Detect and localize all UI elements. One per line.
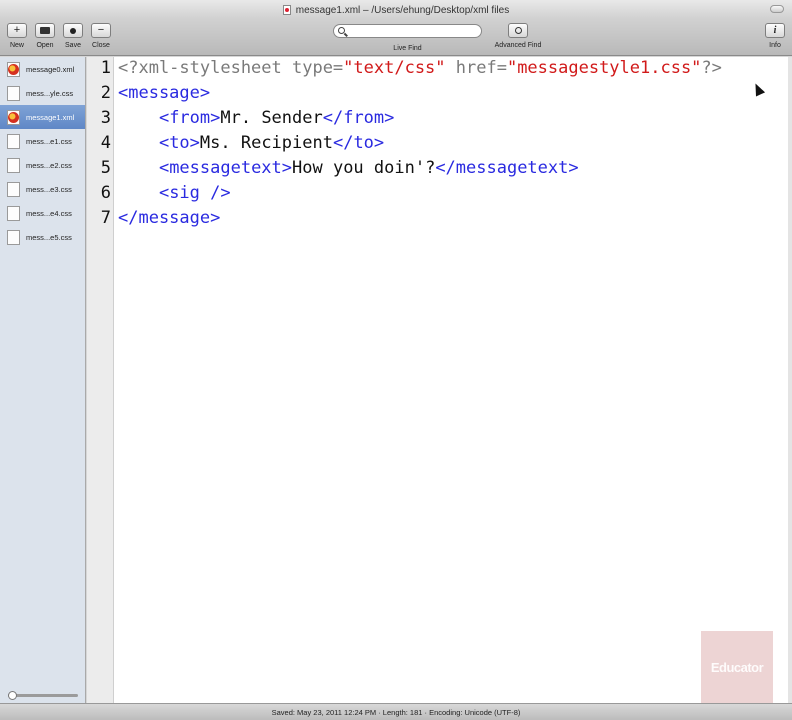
save-dot-icon	[70, 27, 76, 34]
line-number: 3	[100, 108, 111, 128]
sidebar-file-item[interactable]: message1.xml	[0, 105, 85, 129]
line-number: 2	[100, 83, 111, 103]
line-number-gutter: 1 2 3 4 5 6 7	[87, 57, 114, 703]
code-editor[interactable]: <?xml-stylesheet type="text/css" href="m…	[114, 57, 788, 703]
sidebar-file-item[interactable]: mess...yle.css	[0, 81, 85, 105]
code-token: </to>	[332, 133, 385, 153]
sidebar-file-item[interactable]: mess...e5.css	[0, 225, 85, 249]
file-list: message0.xml mess...yle.css message1.xml me…	[0, 57, 85, 249]
code-token: <sig />	[158, 183, 231, 203]
code-token: </messagetext>	[435, 158, 579, 178]
live-find-field[interactable]	[333, 24, 482, 38]
folder-icon	[40, 27, 50, 34]
code-line: <sig />	[118, 183, 231, 203]
code-token: <from>	[158, 108, 221, 128]
advanced-find-label: Advanced Find	[494, 42, 542, 49]
save-button[interactable]: Save	[61, 23, 85, 49]
code-token: ?>	[701, 58, 722, 78]
css-file-icon	[7, 205, 20, 221]
info-label: Info	[769, 42, 781, 49]
toolbar-toggle-button[interactable]	[770, 5, 784, 13]
css-file-icon	[7, 181, 20, 197]
open-label: Open	[36, 42, 54, 49]
code-token: Mr. Sender	[220, 108, 323, 128]
toolbar: + New Open Save − Close Live Find Advanc…	[0, 20, 792, 56]
document-icon	[282, 5, 291, 15]
close-button[interactable]: − Close	[89, 23, 113, 49]
open-button[interactable]: Open	[33, 23, 57, 49]
code-line: <messagetext>How you doin'?</messagetext…	[118, 158, 579, 178]
code-line: <from>Mr. Sender</from>	[118, 108, 394, 128]
sidebar-file-item[interactable]: mess...e4.css	[0, 201, 85, 225]
code-token: <?xml-stylesheet type=	[118, 58, 344, 78]
file-name: mess...e3.css	[26, 184, 72, 194]
css-file-icon	[7, 157, 20, 173]
css-file-icon	[7, 133, 20, 149]
watermark-text: Educator	[710, 659, 764, 675]
live-find-input[interactable]	[350, 26, 478, 36]
status-text: Saved: May 23, 2011 12:24 PM · Length: 1…	[271, 707, 521, 717]
sidebar-file-item[interactable]: mess...e1.css	[0, 129, 85, 153]
code-token: </from>	[322, 108, 395, 128]
code-token: <messagetext>	[158, 158, 293, 178]
save-label: Save	[65, 42, 81, 49]
line-number: 1	[100, 58, 111, 78]
title-bar: message1.xml – /Users/ehung/Desktop/xml …	[0, 0, 792, 20]
code-token: <to>	[158, 133, 200, 153]
file-name: mess...e5.css	[26, 232, 72, 242]
line-number: 6	[100, 183, 111, 203]
sidebar-file-item[interactable]: mess...e3.css	[0, 177, 85, 201]
css-file-icon	[7, 85, 20, 101]
line-number: 5	[100, 158, 111, 178]
new-button[interactable]: + New	[5, 23, 29, 49]
code-line: <?xml-stylesheet type="text/css" href="m…	[118, 58, 722, 78]
sidebar-slider[interactable]	[8, 691, 78, 700]
info-icon: i	[773, 24, 777, 36]
live-find: Live Find	[333, 24, 482, 52]
code-line: <to>Ms. Recipient</to>	[118, 133, 384, 153]
file-name: message0.xml	[26, 64, 75, 74]
code-token: Ms. Recipient	[199, 133, 333, 153]
file-name: mess...yle.css	[26, 88, 74, 98]
code-token: </message>	[118, 208, 221, 228]
line-number: 7	[100, 208, 111, 228]
code-line: <message>	[118, 83, 210, 103]
editor-scrollbar[interactable]	[788, 57, 792, 703]
sidebar-file-item[interactable]: message0.xml	[0, 57, 85, 81]
file-name: mess...e4.css	[26, 208, 72, 218]
slider-knob[interactable]	[8, 691, 17, 700]
plus-icon: +	[13, 24, 21, 36]
close-label: Close	[92, 42, 110, 49]
magnifier-icon	[514, 27, 522, 34]
code-token: "messagestyle1.css"	[506, 58, 702, 78]
code-token: How you doin'?	[292, 158, 436, 178]
file-name: mess...e2.css	[26, 160, 72, 170]
status-bar: Saved: May 23, 2011 12:24 PM · Length: 1…	[0, 703, 792, 720]
live-find-label: Live Find	[393, 45, 422, 52]
code-token: "text/css"	[343, 58, 446, 78]
xml-file-icon	[7, 61, 20, 77]
minus-icon: −	[97, 24, 105, 36]
file-sidebar: message0.xml mess...yle.css message1.xml me…	[0, 57, 86, 703]
sidebar-file-item[interactable]: mess...e2.css	[0, 153, 85, 177]
advanced-find-button[interactable]: Advanced Find	[492, 23, 544, 49]
search-icon	[338, 27, 345, 34]
xml-file-icon	[7, 109, 20, 125]
file-name: message1.xml	[26, 112, 75, 122]
educator-watermark: Educator	[701, 631, 773, 703]
new-label: New	[9, 42, 24, 49]
code-token: href=	[445, 58, 507, 78]
file-name: mess...e1.css	[26, 136, 72, 146]
window-title: message1.xml – /Users/ehung/Desktop/xml …	[295, 4, 510, 16]
code-line: </message>	[118, 208, 220, 228]
code-token: <message>	[118, 83, 211, 103]
css-file-icon	[7, 229, 20, 245]
info-button[interactable]: i Info	[763, 23, 787, 49]
line-number: 4	[100, 133, 111, 153]
